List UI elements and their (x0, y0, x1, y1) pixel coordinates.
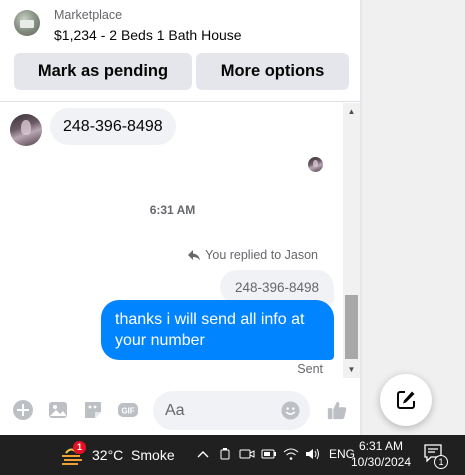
message-timestamp: 6:31 AM (149, 203, 196, 217)
chat-window: Marketplace $1,234 - 2 Beds 1 Bath House… (0, 0, 360, 435)
clock-time: 6:31 AM (358, 439, 404, 453)
plus-circle-icon[interactable] (12, 399, 34, 421)
gif-icon[interactable]: GIF (117, 399, 139, 421)
weather-widget[interactable]: 1 32°C Smoke (60, 441, 175, 466)
contact-avatar[interactable] (10, 114, 42, 146)
marketplace-label: Marketplace (54, 8, 123, 22)
usb-device-icon[interactable] (217, 446, 233, 462)
image-icon[interactable] (47, 399, 69, 421)
quoted-message[interactable]: 248-396-8498 (220, 270, 334, 304)
listing-thumbnail[interactable] (14, 10, 40, 36)
scroll-up-arrow-icon[interactable]: ▲ (343, 103, 360, 120)
sticker-icon[interactable] (82, 399, 104, 421)
weather-icon: 1 (60, 441, 86, 466)
wifi-icon[interactable] (283, 446, 299, 462)
message-input[interactable] (165, 400, 275, 422)
thumbs-up-icon[interactable] (326, 399, 348, 421)
new-message-button[interactable] (380, 374, 432, 426)
message-input-container (153, 391, 310, 430)
scroll-thumb[interactable] (345, 295, 358, 359)
emoji-icon[interactable] (281, 401, 300, 420)
scroll-down-arrow-icon[interactable]: ▼ (343, 361, 360, 378)
volume-icon[interactable] (305, 446, 321, 462)
weather-badge: 1 (73, 441, 86, 454)
background-area (362, 0, 465, 435)
meet-now-icon[interactable] (239, 446, 255, 462)
notification-count-badge: 1 (434, 455, 448, 469)
reply-arrow-icon (188, 250, 201, 261)
window-edge (360, 0, 362, 435)
svg-text:GIF: GIF (121, 407, 134, 416)
taskbar-clock[interactable]: 6:31 AM 10/30/2024 (348, 438, 414, 470)
mark-as-pending-button[interactable]: Mark as pending (14, 53, 192, 90)
notification-center-button[interactable]: 1 (423, 444, 449, 470)
read-receipt-avatar (308, 157, 323, 172)
message-scrollbar[interactable]: ▲ ▼ (343, 103, 360, 378)
reply-note-text: You replied to Jason (205, 248, 318, 262)
clock-date: 10/30/2024 (350, 455, 412, 469)
chevron-up-icon[interactable] (195, 446, 211, 462)
incoming-message[interactable]: 248-396-8498 (50, 108, 176, 145)
reply-indicator: You replied to Jason (187, 248, 318, 262)
marketplace-header: Marketplace $1,234 - 2 Beds 1 Bath House… (0, 0, 360, 102)
more-options-button[interactable]: More options (196, 53, 349, 90)
weather-text: 32°C Smoke (92, 447, 175, 463)
listing-title[interactable]: $1,234 - 2 Beds 1 Bath House (54, 27, 242, 43)
outgoing-message[interactable]: thanks i will send all info at your numb… (101, 300, 334, 360)
battery-icon[interactable] (261, 446, 277, 462)
message-status: Sent (297, 362, 323, 376)
taskbar: 1 32°C Smoke ENG 6:31 AM 10/30/2024 1 (0, 435, 465, 475)
compose-icon (397, 391, 415, 409)
system-tray: ENG (195, 446, 355, 462)
